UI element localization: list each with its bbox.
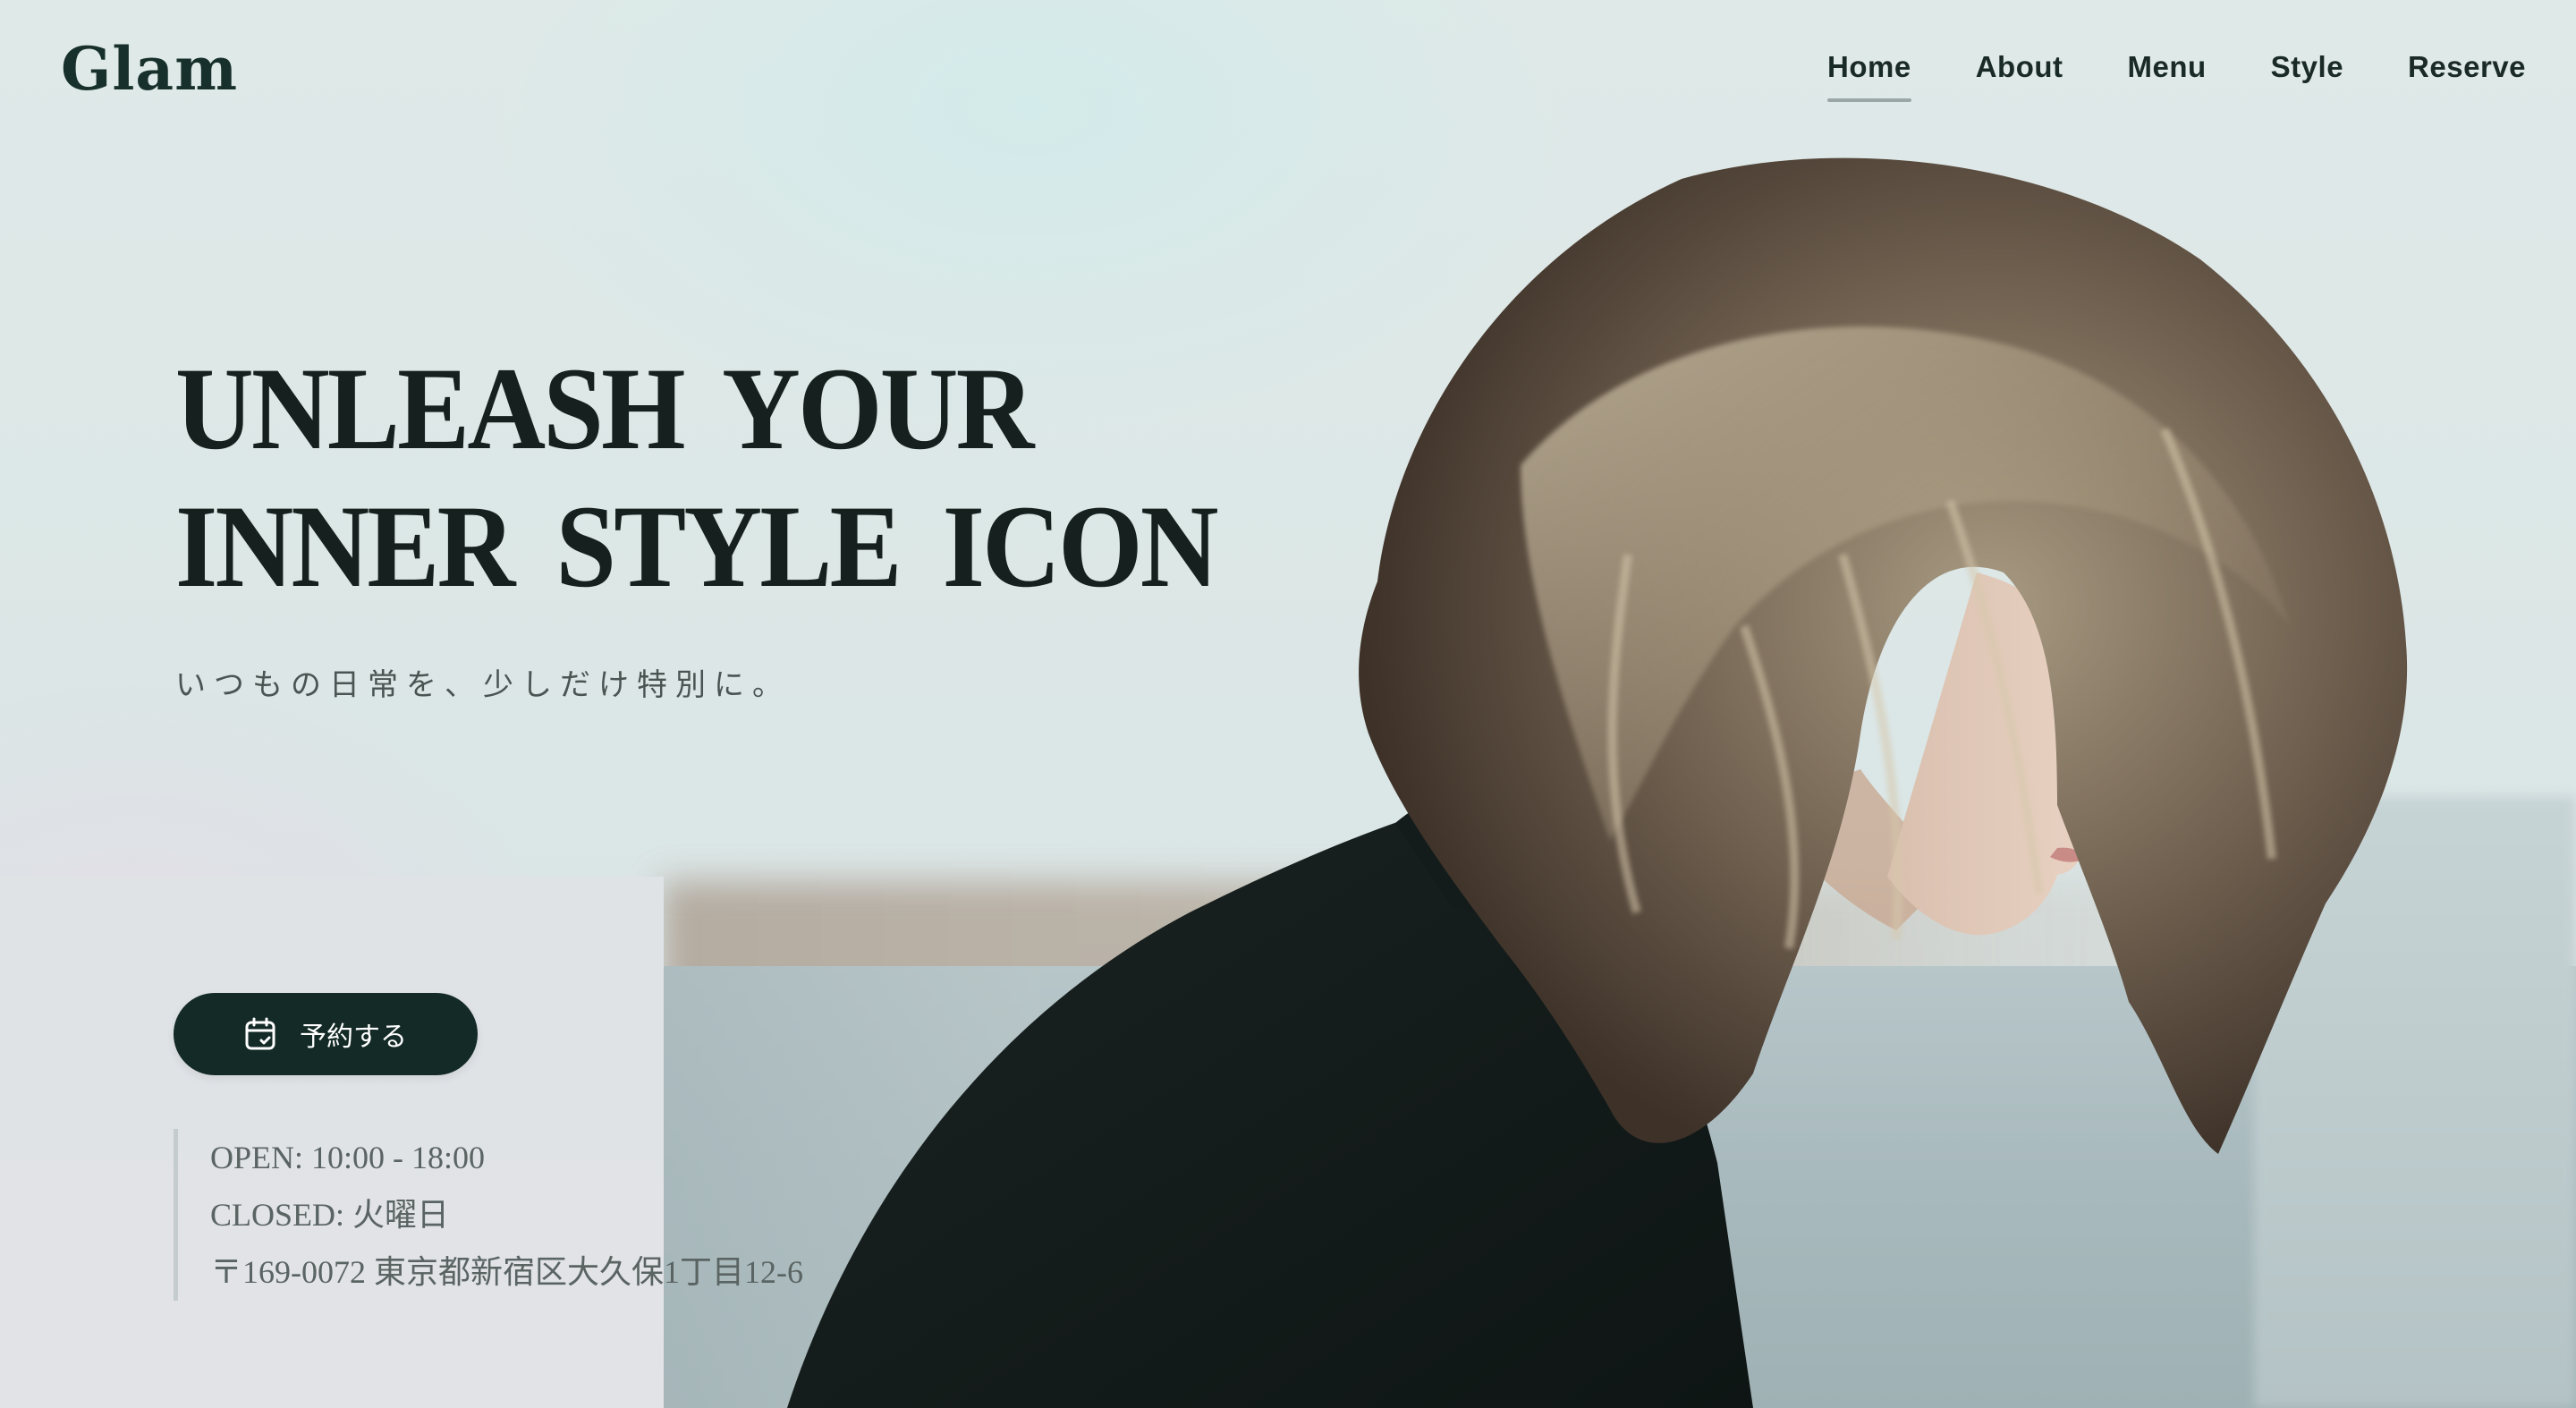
nav-menu[interactable]: Menu: [2128, 50, 2207, 84]
hero-headline-line-2: INNER STYLE ICON: [175, 480, 1219, 612]
nav-home[interactable]: Home: [1827, 50, 1911, 102]
salon-info: OPEN: 10:00 - 18:00 CLOSED: 火曜日 〒169-007…: [174, 1129, 803, 1301]
reserve-button-label: 予約する: [300, 1022, 407, 1053]
hero-tagline: いつもの日常を、少しだけ特別に。: [175, 667, 791, 703]
reserve-button[interactable]: 予約する: [174, 993, 478, 1075]
site-logo[interactable]: Glam: [61, 34, 238, 104]
closed-day: CLOSED: 火曜日: [210, 1197, 450, 1233]
hero-headline: UNLEASH YOUR INNER STYLE ICON: [175, 340, 1219, 615]
salon-address: 〒169-0072 東京都新宿区大久保1丁目12-6: [210, 1254, 803, 1290]
nav-reserve[interactable]: Reserve: [2408, 50, 2526, 84]
hero-headline-line-1: UNLEASH YOUR: [175, 343, 1034, 474]
calendar-icon: [244, 1017, 276, 1051]
nav-style[interactable]: Style: [2271, 50, 2343, 84]
main-nav: Home About Menu Style Reserve: [1827, 50, 2526, 102]
opening-hours: OPEN: 10:00 - 18:00: [210, 1140, 486, 1175]
nav-about[interactable]: About: [1976, 50, 2063, 84]
background-seat: [2254, 796, 2576, 1408]
